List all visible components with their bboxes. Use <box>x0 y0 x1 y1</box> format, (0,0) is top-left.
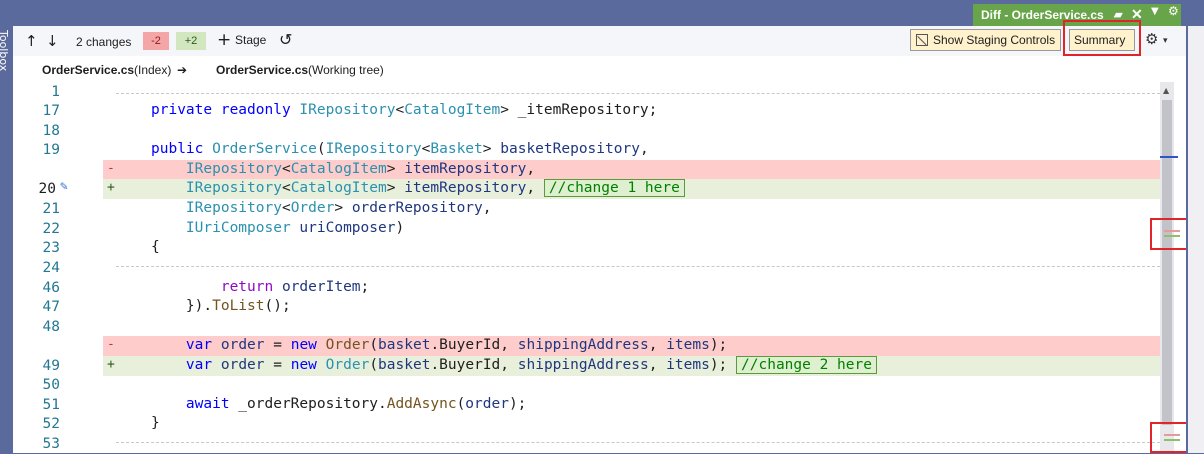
removed-line: - IRepository<CatalogItem> itemRepositor… <box>30 160 1160 180</box>
stage-plus-icon[interactable]: + <box>217 30 231 50</box>
code-line: 22 IUriComposer uriComposer) <box>30 219 1160 239</box>
change-mark-highlight <box>1150 422 1189 453</box>
code-line: 50 <box>30 375 1160 395</box>
code-text: IRepository<Order> orderRepository, <box>185 200 492 216</box>
code-line: 53 <box>30 434 1160 454</box>
line-number: 20 <box>38 181 56 197</box>
added-line: 49 + var order = new Order(basket.BuyerI… <box>30 356 1160 376</box>
code-line: 19 public OrderService(IRepository<Baske… <box>30 140 1160 160</box>
code-line: 48 <box>30 317 1160 337</box>
code-text: return orderItem; <box>220 279 370 295</box>
code-text: { <box>151 239 160 255</box>
changes-count: 2 changes <box>76 35 132 49</box>
code-line: 23 { <box>30 238 1160 258</box>
line-number: 53 <box>42 436 60 452</box>
scroll-up-icon[interactable]: ▲ <box>1163 86 1169 95</box>
line-number: 22 <box>42 221 60 237</box>
code-line: 17 private readonly IRepository<CatalogI… <box>30 101 1160 121</box>
stage-button[interactable]: Stage <box>235 33 266 47</box>
file-header: OrderService.cs (Index) ➔ OrderService.c… <box>13 56 1186 82</box>
tab-list-dropdown-icon[interactable]: ▼ <box>1151 6 1159 17</box>
chevron-down-icon[interactable]: ▾ <box>1163 36 1168 46</box>
code-text: await _orderRepository.AddAsync(order); <box>185 396 527 412</box>
toolbox-label: Toolbox <box>0 30 10 72</box>
next-change-icon[interactable]: ↓ <box>46 32 59 50</box>
code-text: var order = new Order(basket.BuyerId, sh… <box>151 356 877 374</box>
line-number: 52 <box>42 416 60 432</box>
line-number: 50 <box>42 377 60 393</box>
added-marker: + <box>107 357 115 372</box>
removed-marker: - <box>107 337 115 352</box>
code-text: var order = new Order(basket.BuyerId, sh… <box>185 337 728 353</box>
tab-strip: Diff - OrderService.cs ▰ ✕ ▼ ⚙ <box>13 0 1186 26</box>
code-line: 18 <box>30 121 1160 141</box>
staging-icon <box>916 34 928 46</box>
code-line: 21 IRepository<Order> orderRepository, <box>30 199 1160 219</box>
tab-settings-icon[interactable]: ⚙ <box>1168 4 1179 18</box>
right-file-qualifier: (Working tree) <box>308 63 384 77</box>
code-text: private readonly IRepository<CatalogItem… <box>151 102 658 118</box>
git-changes-panel[interactable] <box>1186 0 1204 453</box>
code-line: 47 }).ToList(); <box>30 297 1160 317</box>
left-file-qualifier: (Index) <box>134 63 172 77</box>
right-file-name: OrderService.cs <box>216 63 309 77</box>
toolbox-sidebar[interactable]: Toolbox <box>0 0 12 453</box>
code-line: 46 return orderItem; <box>30 278 1160 298</box>
line-number: 46 <box>42 280 60 296</box>
code-text: }).ToList(); <box>151 298 291 314</box>
arrow-right-icon: ➔ <box>177 63 188 77</box>
line-number: 23 <box>42 240 60 256</box>
code-line: 1 <box>30 82 1160 102</box>
change-comment: //change 2 here <box>736 356 877 374</box>
added-line: 20 ✎ + IRepository<CatalogItem> itemRepo… <box>30 179 1160 199</box>
diff-window: Diff - OrderService.cs ▰ ✕ ▼ ⚙ ↑ ↓ 2 cha… <box>13 0 1189 453</box>
code-line: 24 <box>30 258 1160 278</box>
change-comment: //change 1 here <box>543 179 685 197</box>
gear-icon[interactable]: ⚙ <box>1145 30 1158 48</box>
code-line: 52 } <box>30 414 1160 434</box>
code-line: 51 await _orderRepository.AddAsync(order… <box>30 395 1160 415</box>
code-text: IRepository<CatalogItem> itemRepository,… <box>151 179 685 197</box>
pipette-icon[interactable]: ✎ <box>60 179 68 194</box>
undo-icon[interactable]: ↺ <box>279 30 292 49</box>
line-number: 47 <box>42 299 60 315</box>
line-number: 51 <box>42 397 60 413</box>
removed-marker: - <box>107 161 115 176</box>
left-file-name: OrderService.cs <box>42 63 135 77</box>
line-number: 49 <box>42 358 60 374</box>
git-panel-content <box>1188 26 1204 453</box>
summary-highlight <box>1063 20 1141 56</box>
collapsed-region-separator[interactable] <box>116 93 1160 94</box>
scrollbar-thumb[interactable] <box>1162 100 1172 425</box>
code-text: } <box>151 415 160 431</box>
code-text: IUriComposer uriComposer) <box>185 220 405 236</box>
line-number: 17 <box>42 103 60 119</box>
line-number: 24 <box>42 260 60 276</box>
show-staging-controls-button[interactable]: Show Staging Controls <box>910 29 1061 51</box>
removed-line: - var order = new Order(basket.BuyerId, … <box>30 336 1160 356</box>
show-staging-controls-label: Show Staging Controls <box>933 33 1056 47</box>
code-text: IRepository<CatalogItem> itemRepository, <box>185 161 536 177</box>
line-number: 18 <box>42 123 60 139</box>
added-count-badge: +2 <box>176 32 206 50</box>
line-number: 48 <box>42 319 60 335</box>
line-number: 21 <box>42 201 60 217</box>
diff-toolbar: ↑ ↓ 2 changes -2 +2 + Stage ↺ Show Stagi… <box>13 20 1186 56</box>
code-text: public OrderService(IRepository<Basket> … <box>151 141 649 157</box>
line-number: 19 <box>42 142 60 158</box>
change-mark-highlight <box>1150 218 1189 250</box>
removed-count-badge: -2 <box>143 32 169 50</box>
caret-position-mark <box>1160 156 1178 158</box>
added-marker: + <box>107 180 115 195</box>
line-number: 1 <box>51 84 60 100</box>
diff-editor[interactable]: 1 17 private readonly IRepository<Catalo… <box>30 82 1160 453</box>
previous-change-icon[interactable]: ↑ <box>25 32 38 50</box>
